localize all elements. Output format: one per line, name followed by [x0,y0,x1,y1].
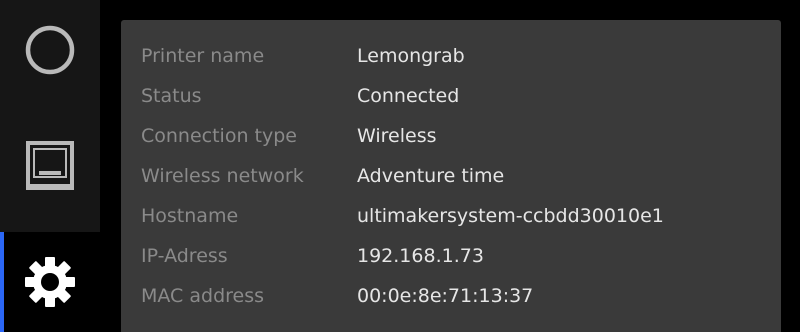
info-value: Lemongrab [357,45,465,67]
print-queue-icon [26,141,74,190]
printer-info-screen: Printer name Lemongrab Status Connected … [0,0,800,332]
info-label: Hostname [141,205,239,227]
settings-gear-icon [25,257,75,307]
info-row-mac-address: MAC address 00:0e:8e:71:13:37 [141,282,761,322]
info-label: Printer name [141,45,265,67]
info-value: ultimakersystem-ccbdd30010e1 [357,205,664,227]
info-value: 192.168.1.73 [357,245,484,267]
info-label: Wireless network [141,165,304,187]
info-list: Printer name Lemongrab Status Connected … [141,42,761,322]
sidebar-item-home[interactable] [0,0,100,100]
info-row-connection-type: Connection type Wireless [141,122,761,162]
info-row-printer-name: Printer name Lemongrab [141,42,761,82]
circle-home-icon [25,25,75,75]
info-row-status: Status Connected [141,82,761,122]
info-value: 00:0e:8e:71:13:37 [357,285,534,307]
info-label: MAC address [141,285,265,307]
sidebar-item-settings[interactable] [0,232,100,332]
info-value: Wireless [357,125,437,147]
info-label: Connection type [141,125,297,147]
info-row-hostname: Hostname ultimakersystem-ccbdd30010e1 [141,202,761,242]
info-label: Status [141,85,202,107]
sidebar-item-print-queue[interactable] [0,116,100,216]
sidebar [0,0,100,332]
printer-info-panel: Printer name Lemongrab Status Connected … [121,20,781,332]
info-row-ip-address: IP-Adress 192.168.1.73 [141,242,761,282]
info-value: Connected [357,85,460,107]
info-value: Adventure time [357,165,505,187]
active-indicator [0,232,4,332]
info-row-wireless-network: Wireless network Adventure time [141,162,761,202]
info-label: IP-Adress [141,245,228,267]
